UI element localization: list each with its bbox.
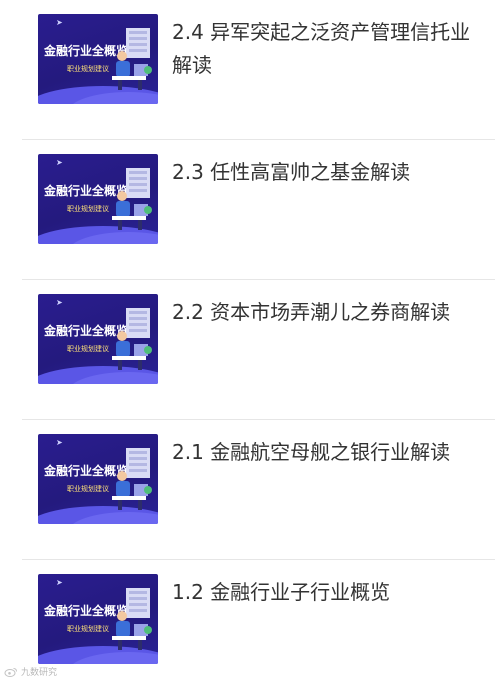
office-worker-illustration-icon [112,168,152,230]
course-thumbnail[interactable]: ➤ 金融行业全概览 职业规划建议 [38,434,158,524]
list-item[interactable]: ➤ 金融行业全概览 职业规划建议 2.3 任性高富帅之基金解读 [0,140,495,280]
office-worker-illustration-icon [112,28,152,90]
cursor-arrow-icon: ➤ [56,18,63,27]
course-title[interactable]: 1.2 金融行业子行业概览 [172,576,472,609]
course-title[interactable]: 2.3 任性高富帅之基金解读 [172,156,472,189]
cursor-arrow-icon: ➤ [56,438,63,447]
office-worker-illustration-icon [112,308,152,370]
cursor-arrow-icon: ➤ [56,578,63,587]
weibo-icon [4,667,17,677]
course-thumbnail[interactable]: ➤ 金融行业全概览 职业规划建议 [38,154,158,244]
cursor-arrow-icon: ➤ [56,298,63,307]
list-item[interactable]: ➤ 金融行业全概览 职业规划建议 2.1 金融航空母舰之银行业解读 [0,420,495,560]
list-item[interactable]: ➤ 金融行业全概览 职业规划建议 1.2 金融行业子行业概览 [0,560,495,700]
thumbnail-subtitle: 职业规划建议 [67,625,109,633]
office-worker-illustration-icon [112,588,152,650]
thumbnail-subtitle: 职业规划建议 [67,65,109,73]
office-worker-illustration-icon [112,448,152,510]
course-title[interactable]: 2.4 异军突起之泛资产管理信托业解读 [172,16,472,82]
course-thumbnail[interactable]: ➤ 金融行业全概览 职业规划建议 [38,14,158,104]
course-thumbnail[interactable]: ➤ 金融行业全概览 职业规划建议 [38,574,158,664]
cursor-arrow-icon: ➤ [56,158,63,167]
watermark: 九数研究 [4,665,57,678]
thumbnail-subtitle: 职业规划建议 [67,345,109,353]
course-thumbnail[interactable]: ➤ 金融行业全概览 职业规划建议 [38,294,158,384]
course-title[interactable]: 2.2 资本市场弄潮儿之券商解读 [172,296,472,329]
course-title[interactable]: 2.1 金融航空母舰之银行业解读 [172,436,472,469]
list-item[interactable]: ➤ 金融行业全概览 职业规划建议 2.2 资本市场弄潮儿之券商解读 [0,280,495,420]
thumbnail-subtitle: 职业规划建议 [67,205,109,213]
thumbnail-subtitle: 职业规划建议 [67,485,109,493]
watermark-text: 九数研究 [21,668,58,678]
course-list: ➤ 金融行业全概览 职业规划建议 2.4 异军突起之泛资产管理信托业解读 ➤ 金… [0,0,495,700]
list-item[interactable]: ➤ 金融行业全概览 职业规划建议 2.4 异军突起之泛资产管理信托业解读 [0,0,495,140]
